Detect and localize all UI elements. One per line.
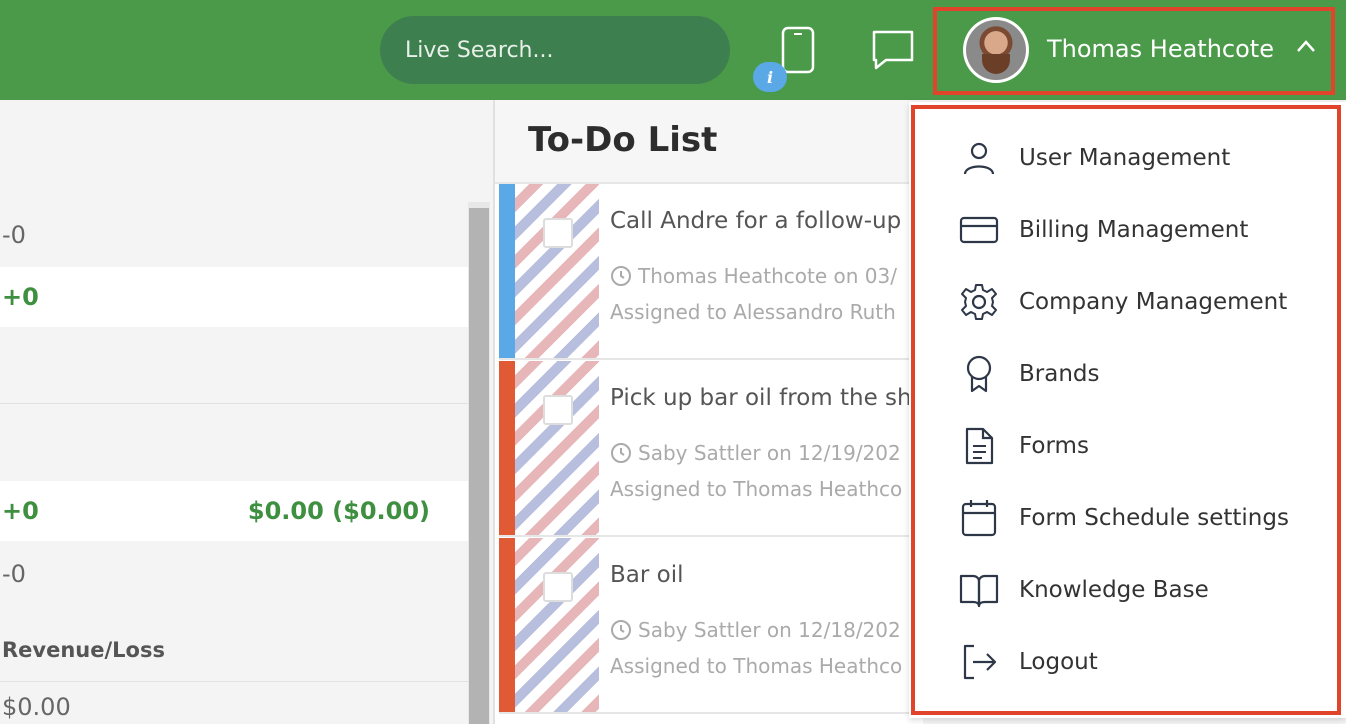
menu-item-label: Forms: [1019, 433, 1089, 459]
mobile-app-icon[interactable]: [780, 26, 816, 76]
task-meta: Saby Sattler on 12/19/202: [610, 441, 901, 465]
chevron-up-icon: [1295, 37, 1317, 59]
divider: [0, 403, 468, 404]
todo-title: To-Do List: [528, 120, 718, 160]
task-meta: Thomas Heathcote on 03/: [610, 264, 897, 288]
menu-item-logout[interactable]: Logout: [958, 637, 1098, 687]
award-icon: [958, 353, 1000, 395]
menu-item-label: Knowledge Base: [1019, 577, 1209, 603]
priority-strip: [499, 184, 515, 358]
priority-strip: [499, 538, 515, 712]
menu-item-label: Billing Management: [1019, 217, 1249, 243]
credit-card-icon: [958, 209, 1000, 251]
task-meta: Saby Sattler on 12/18/202: [610, 618, 901, 642]
info-icon[interactable]: i: [753, 62, 787, 92]
menu-item-form-schedule-settings[interactable]: Form Schedule settings: [958, 493, 1289, 543]
menu-item-label: Form Schedule settings: [1019, 505, 1289, 531]
avatar: [963, 17, 1029, 83]
clock-icon: [611, 266, 631, 286]
revenue-header: Revenue/Loss: [0, 619, 468, 681]
top-bar: i Thomas Heathcote: [0, 0, 1346, 100]
stat-value: +0: [2, 283, 39, 311]
menu-item-label: Brands: [1019, 361, 1100, 387]
menu-item-user-management[interactable]: User Management: [958, 133, 1230, 183]
stat-row: +0: [0, 267, 468, 327]
task-checkbox[interactable]: [543, 395, 573, 425]
clock-icon: [611, 620, 631, 640]
todo-item[interactable]: Pick up bar oil from the sh Saby Sattler…: [499, 361, 909, 537]
todo-item[interactable]: Bar oil Saby Sattler on 12/18/202 Assign…: [499, 538, 909, 714]
task-title: Call Andre for a follow-up: [610, 208, 902, 234]
user-name: Thomas Heathcote: [1047, 35, 1274, 63]
document-icon: [958, 425, 1000, 467]
revenue-label: Revenue/Loss: [2, 638, 165, 662]
menu-item-company-management[interactable]: Company Management: [958, 277, 1287, 327]
todo-panel: To-Do List Call Andre for a follow-up Th…: [493, 100, 925, 724]
menu-item-forms[interactable]: Forms: [958, 421, 1089, 471]
stat-row: -0: [0, 543, 468, 605]
priority-strip: [499, 361, 515, 535]
revenue-row: $0.00: [0, 682, 468, 724]
gear-icon: [958, 281, 1000, 323]
task-checkbox[interactable]: [543, 572, 573, 602]
todo-item[interactable]: Call Andre for a follow-up Thomas Heathc…: [499, 184, 909, 360]
menu-item-billing-management[interactable]: Billing Management: [958, 205, 1248, 255]
live-search[interactable]: [380, 16, 730, 84]
todo-header: To-Do List: [495, 100, 925, 184]
user-menu-toggle[interactable]: Thomas Heathcote: [933, 7, 1335, 95]
dropdown-highlight: [911, 105, 1341, 715]
menu-item-label: Company Management: [1019, 289, 1288, 315]
chat-icon[interactable]: [870, 28, 916, 72]
calendar-icon: [958, 497, 1000, 539]
task-assigned: Assigned to Alessandro Ruth: [610, 300, 896, 324]
stats-panel: -0 +0 +0 $0.00 ($0.00) -0 Revenue/Loss $…: [0, 100, 490, 724]
stat-value: -0: [2, 221, 26, 249]
task-checkbox[interactable]: [543, 218, 573, 248]
search-input[interactable]: [405, 37, 705, 63]
revenue-value: $0.00: [2, 693, 71, 721]
task-assigned: Assigned to Thomas Heathco: [610, 654, 903, 678]
logout-icon: [958, 641, 1000, 683]
book-icon: [958, 569, 1000, 611]
menu-item-label: User Management: [1019, 145, 1231, 171]
clock-icon: [611, 443, 631, 463]
task-title: Bar oil: [610, 562, 684, 588]
scrollbar[interactable]: [468, 202, 490, 724]
stat-row: +0 $0.00 ($0.00): [0, 481, 468, 541]
menu-item-brands[interactable]: Brands: [958, 349, 1100, 399]
stat-money: $0.00 ($0.00): [247, 497, 430, 525]
menu-item-knowledge-base[interactable]: Knowledge Base: [958, 565, 1209, 615]
stat-value: -0: [2, 560, 26, 588]
stat-value: +0: [2, 497, 39, 525]
menu-item-label: Logout: [1019, 649, 1098, 675]
task-assigned: Assigned to Thomas Heathco: [610, 477, 903, 501]
task-title: Pick up bar oil from the sh: [610, 385, 909, 411]
user-icon: [958, 137, 1000, 179]
stat-row: -0: [0, 204, 468, 266]
